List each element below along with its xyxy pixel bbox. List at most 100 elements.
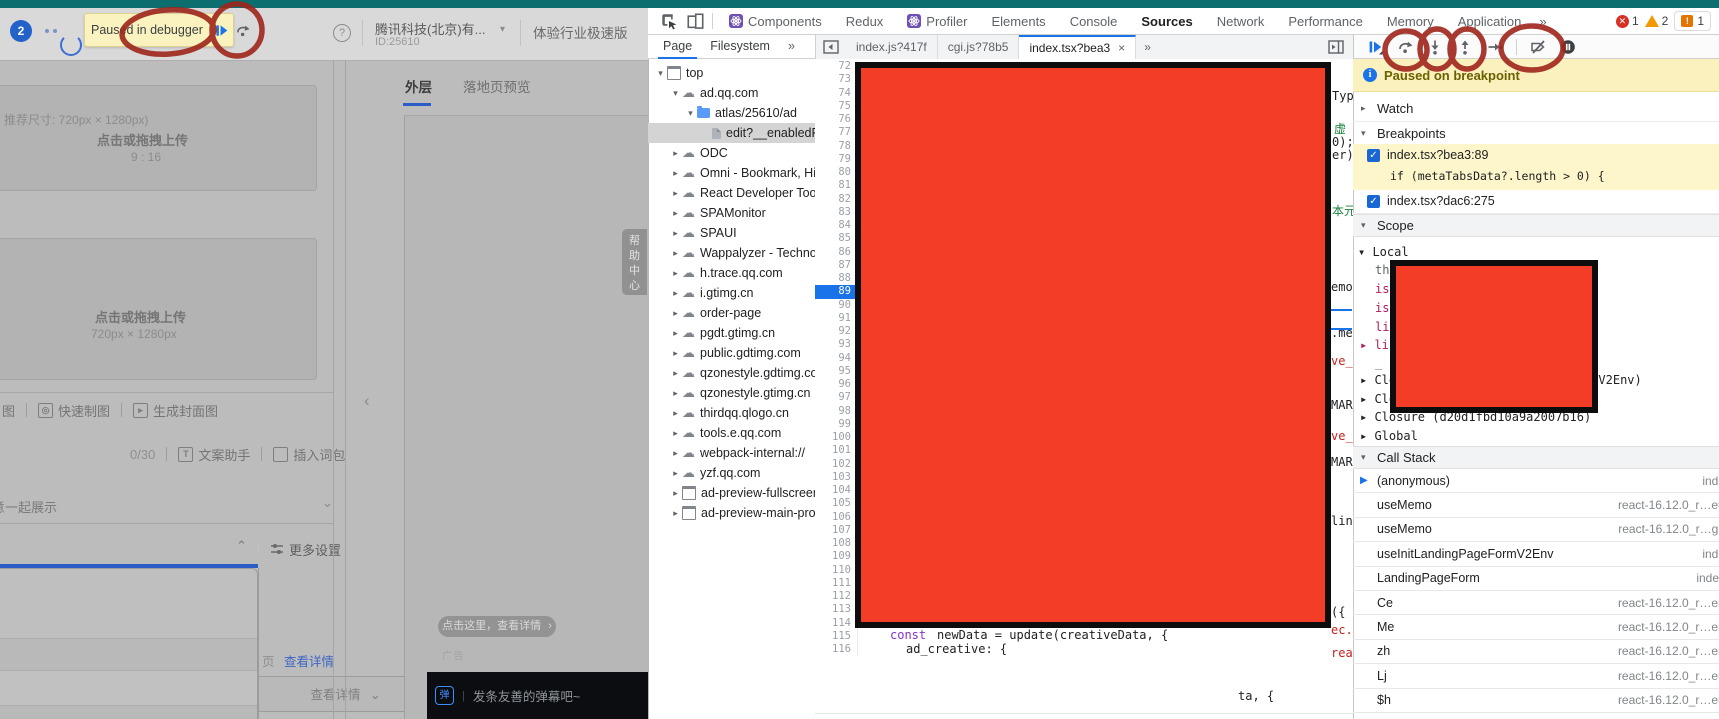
tree-expand-arrow[interactable]: ▸ (669, 268, 682, 279)
tab-page[interactable]: Page (654, 35, 701, 59)
tree-expand-arrow[interactable]: ▸ (669, 148, 682, 159)
scope-section-header[interactable]: ▾ Scope (1353, 214, 1719, 237)
breakpoints-section-header[interactable]: ▾ Breakpoints (1353, 122, 1719, 144)
line-number[interactable]: 81 (815, 179, 857, 192)
tree-item[interactable]: ▸ qzonestyle.gdtimg.com (648, 363, 815, 383)
upload-box-video[interactable]: 推荐尺寸: 720px × 1280px) 点击或拖拽上传 9 : 16 (0, 85, 317, 191)
line-number[interactable]: 82 (815, 193, 857, 206)
issues-badge[interactable]: ! 1 (1674, 11, 1711, 31)
generate-cover-button[interactable]: 生成封面图 (153, 401, 218, 420)
scope-row[interactable]: ▾ Local (1358, 245, 1409, 259)
devtools-tab[interactable]: Redux (834, 14, 896, 29)
line-number[interactable]: 101 (815, 444, 857, 457)
callstack-frame[interactable]: Ce react-16.12.0_r…e= (1353, 591, 1719, 615)
danmaku-input-bar[interactable]: 弹 | 发条友善的弹幕吧~ (427, 672, 648, 719)
line-number[interactable]: 94 (815, 352, 857, 365)
step-over-icon[interactable] (235, 23, 251, 38)
callstack-frame[interactable]: Me react-16.12.0_r…e= (1353, 615, 1719, 639)
devtools-tab[interactable]: Performance (1276, 14, 1374, 29)
hide-debugger-sidebar-icon[interactable] (1323, 35, 1349, 59)
help-center-tab[interactable]: 帮 助 中 心 (622, 229, 647, 295)
tree-expand-arrow[interactable]: ▸ (669, 288, 682, 299)
help-icon[interactable]: ? (333, 24, 351, 42)
tree-expand-arrow[interactable]: ▸ (669, 448, 682, 459)
tree-item[interactable]: ▾ top (648, 63, 815, 83)
callstack-frame[interactable]: useMemo react-16.12.0_r…e= (1353, 493, 1719, 517)
line-number[interactable]: 116 (815, 643, 857, 656)
line-number[interactable]: 78 (815, 140, 857, 153)
tree-expand-arrow[interactable]: ▸ (669, 388, 682, 399)
breakpoint-entry[interactable]: ✓ index.tsx?bea3:89 if (metaTabsData?.le… (1353, 144, 1719, 190)
warning-badge[interactable]: 2 (1645, 14, 1669, 28)
callstack-frame[interactable]: useMemo react-16.12.0_r…ge (1353, 518, 1719, 542)
scope-row[interactable]: li (1375, 320, 1389, 334)
line-number[interactable]: 109 (815, 550, 857, 563)
tab-filesystem[interactable]: Filesystem (701, 35, 779, 59)
line-number[interactable]: 107 (815, 524, 857, 537)
line-number[interactable]: 75 (815, 100, 857, 113)
devtools-tab[interactable]: Sources (1129, 14, 1204, 29)
line-number[interactable]: 79 (815, 153, 857, 166)
callstack-frame[interactable]: useInitLandingPageFormV2Env inde (1353, 542, 1719, 566)
more-file-tabs-icon[interactable]: » (1136, 35, 1159, 59)
line-number[interactable]: 88 (815, 272, 857, 285)
line-number[interactable]: 99 (815, 418, 857, 431)
scope-row[interactable]: th (1375, 263, 1389, 277)
tree-item[interactable]: ▸ SPAMonitor (648, 203, 815, 223)
line-number[interactable]: 103 (815, 471, 857, 484)
tree-expand-arrow[interactable]: ▸ (669, 428, 682, 439)
tree-item[interactable]: ▸ qzonestyle.gtimg.cn (648, 383, 815, 403)
step-out-icon[interactable] (1452, 35, 1478, 59)
tree-item[interactable]: ▸ ad-preview-main-process-da (648, 503, 815, 523)
line-number[interactable]: 91 (815, 312, 857, 325)
tree-item[interactable]: ▸ ODC (648, 143, 815, 163)
insert-keyword-button[interactable]: 插入词包 (293, 445, 345, 464)
devtools-tab[interactable]: Network (1205, 14, 1277, 29)
line-number[interactable]: 114 (815, 617, 857, 630)
dropdown-option[interactable] (0, 638, 257, 670)
quick-draw-button[interactable]: 快速制图 (58, 401, 110, 420)
devtools-tab[interactable]: Profiler (895, 14, 979, 29)
tree-item[interactable]: ▸ React Developer Tools (648, 183, 815, 203)
tree-expand-arrow[interactable]: ▸ (669, 208, 682, 219)
tree-expand-arrow[interactable]: ▸ (669, 188, 682, 199)
callstack-frame[interactable]: LandingPageForm index (1353, 567, 1719, 591)
chevron-up-icon[interactable]: ⌃ (236, 538, 247, 554)
callstack-frame[interactable]: zh react-16.12.0_r…e= (1353, 640, 1719, 664)
more-settings-button[interactable]: 更多设置 (270, 539, 341, 559)
line-number[interactable]: 113 (815, 603, 857, 616)
line-number[interactable]: 83 (815, 206, 857, 219)
error-badge[interactable]: ✕ 1 (1616, 14, 1639, 28)
hide-navigator-icon[interactable] (816, 35, 846, 59)
editor-gutter[interactable]: 7273747576777879808182838485868788899091… (815, 60, 858, 656)
tree-item[interactable]: ▸ SPAUI (648, 223, 815, 243)
devtools-tab[interactable]: Memory (1375, 14, 1446, 29)
tree-expand-arrow[interactable]: ▸ (669, 408, 682, 419)
line-number[interactable]: 96 (815, 378, 857, 391)
tree-expand-arrow[interactable]: ▾ (684, 108, 697, 119)
pause-on-exceptions-icon[interactable] (1555, 35, 1581, 59)
tree-expand-arrow[interactable]: ▸ (669, 368, 682, 379)
dropdown-option[interactable] (0, 670, 257, 705)
line-number[interactable]: 111 (815, 577, 857, 590)
tree-item[interactable]: ▸ Wappalyzer - Technology pro (648, 243, 815, 263)
line-number[interactable]: 100 (815, 431, 857, 444)
line-number[interactable]: 85 (815, 232, 857, 245)
tree-item[interactable]: ▸ ad-preview-fullscreen-data-fl (648, 483, 815, 503)
line-number[interactable]: 84 (815, 219, 857, 232)
line-number[interactable]: 104 (815, 484, 857, 497)
tree-item[interactable]: ▸ order-page (648, 303, 815, 323)
tree-expand-arrow[interactable]: ▸ (669, 328, 682, 339)
watch-section-header[interactable]: ▸ Watch (1353, 96, 1719, 122)
tree-expand-arrow[interactable]: ▾ (654, 68, 667, 79)
breakpoint-line-number[interactable]: 89 (815, 285, 857, 298)
line-number[interactable]: 97 (815, 391, 857, 404)
close-icon[interactable]: × (1118, 41, 1125, 55)
device-toolbar-icon[interactable] (682, 9, 708, 33)
scope-row[interactable]: is (1375, 282, 1389, 296)
tab-outer-layer[interactable]: 外层 (405, 76, 432, 96)
file-tab[interactable]: index.js?417f (846, 35, 938, 59)
resume-script-icon[interactable] (214, 23, 229, 38)
line-number[interactable]: 115 (815, 630, 857, 643)
scope-row[interactable]: ▸ Global (1360, 429, 1418, 443)
